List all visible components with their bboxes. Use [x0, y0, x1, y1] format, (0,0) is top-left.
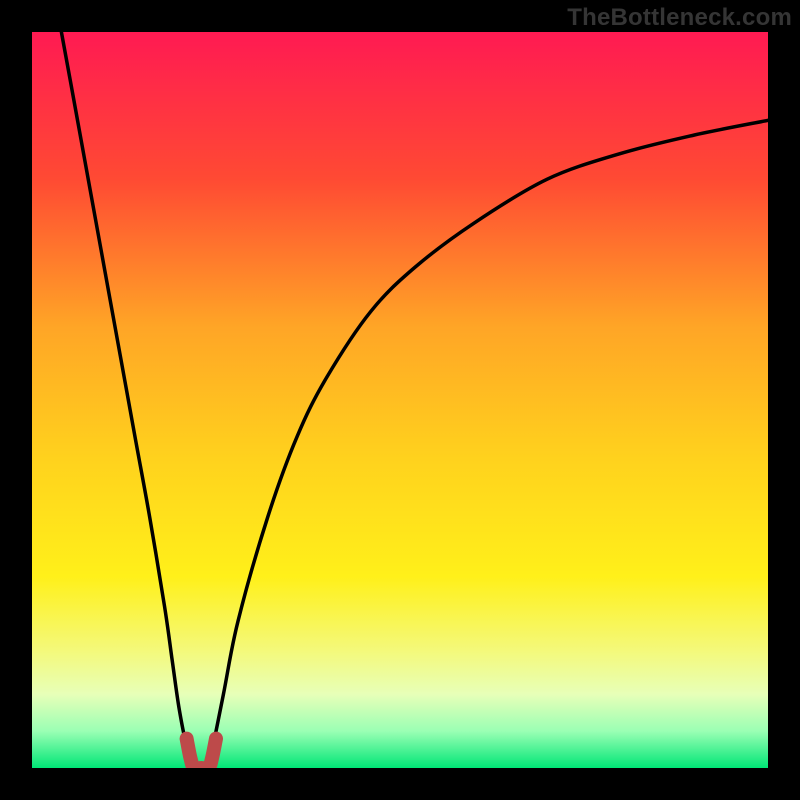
chart-root: TheBottleneck.com — [0, 0, 800, 800]
right-branch-curve — [209, 120, 768, 768]
curve-layer — [32, 32, 768, 768]
watermark-text: TheBottleneck.com — [567, 4, 792, 32]
left-branch-curve — [61, 32, 194, 768]
plot-area — [32, 32, 768, 768]
optimum-marker — [187, 739, 216, 768]
